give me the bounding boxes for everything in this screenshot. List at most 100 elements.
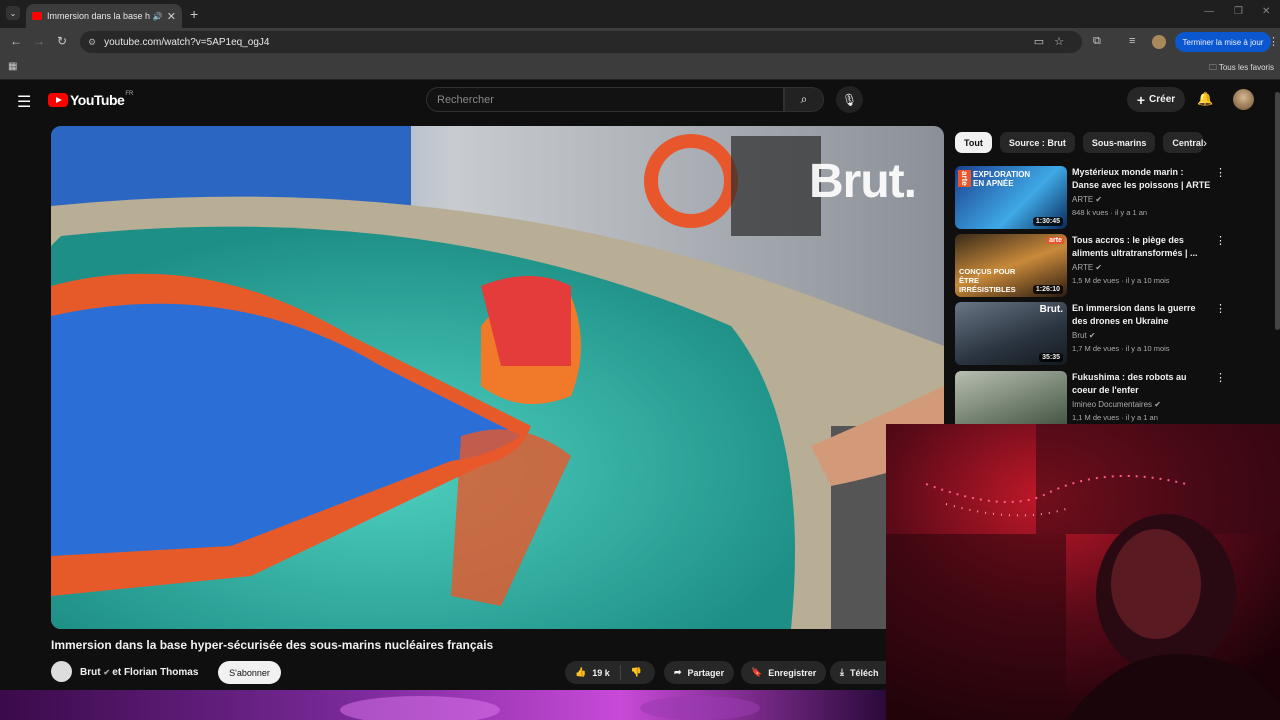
filter-chips: Tout Source : Brut Sous-marins Centrale xyxy=(955,132,1204,153)
page-scrollbar[interactable] xyxy=(1275,92,1280,330)
more-options-icon[interactable]: ⋮ xyxy=(1215,234,1226,247)
browser-tab[interactable]: Immersion dans la base hyp 🔊 ✕ xyxy=(26,4,182,28)
reload-icon[interactable]: ↻ xyxy=(57,34,67,48)
create-label: Créer xyxy=(1149,94,1176,105)
channel-avatar[interactable] xyxy=(51,661,72,682)
bottom-strip-art xyxy=(0,690,886,720)
bookmarks-bar: ▦ 🗀 Tous les favoris xyxy=(0,56,1280,80)
verified-icon: ✔ xyxy=(1086,331,1096,340)
recommendation-title[interactable]: Fukushima : des robots au coeur de l'enf… xyxy=(1072,371,1212,397)
video-thumbnail[interactable]: arte CONÇUS POUR ÊTRE IRRÉSISTIBLES 1:26… xyxy=(955,234,1067,297)
search-icon: ⌕ xyxy=(800,92,808,106)
chip-source-brut[interactable]: Source : Brut xyxy=(999,132,1075,153)
microphone-icon: 🎙 xyxy=(841,92,858,107)
dislike-button[interactable]: 👎 xyxy=(621,667,652,678)
subscribe-button[interactable]: S'abonner xyxy=(218,661,281,684)
minimize-icon[interactable]: — xyxy=(1204,6,1214,17)
recommendation-title[interactable]: Tous accros : le piège des aliments ultr… xyxy=(1072,234,1212,260)
video-thumbnail[interactable]: arte EXPLORATION EN APNÉE 1:30:45 xyxy=(955,166,1067,229)
maximize-icon[interactable]: ❐ xyxy=(1234,6,1243,17)
recommendation-meta: 848 k vues · il y a 1 an xyxy=(1072,208,1148,217)
video-duration: 35:35 xyxy=(1039,353,1063,362)
more-options-icon[interactable]: ⋮ xyxy=(1215,371,1226,384)
all-bookmarks-link[interactable]: 🗀 Tous les favoris xyxy=(1209,62,1274,76)
audio-playing-icon[interactable]: 🔊 xyxy=(153,12,163,21)
site-info-icon[interactable]: ⚙ xyxy=(88,37,96,48)
bookmark-icon: 🔖 xyxy=(751,667,763,677)
recommendation-item[interactable]: arte EXPLORATION EN APNÉE 1:30:45 Mystér… xyxy=(955,166,1275,230)
video-player[interactable]: Brut. xyxy=(51,126,944,629)
recommendation-item[interactable]: arte CONÇUS POUR ÊTRE IRRÉSISTIBLES 1:26… xyxy=(955,234,1275,298)
menu-icon[interactable]: ☰ xyxy=(17,92,31,112)
all-bookmarks-label: Tous les favoris xyxy=(1218,63,1274,72)
bookmark-star-icon[interactable]: ☆ xyxy=(1054,36,1074,48)
recommendation-meta: 1,5 M de vues · il y a 10 mois xyxy=(1072,276,1170,285)
back-icon[interactable]: ← xyxy=(10,34,22,48)
new-tab-icon[interactable]: + xyxy=(190,6,198,22)
recommendation-channel-name: Brut xyxy=(1072,331,1087,340)
recommendation-title[interactable]: En immersion dans la guerre des drones e… xyxy=(1072,302,1212,328)
browser-toolbar: ← → ↻ ⚙ youtube.com/watch?v=5AP1eq_ogJ4 … xyxy=(0,28,1280,56)
apps-grid-icon[interactable]: ▦ xyxy=(8,61,17,72)
recommendation-channel[interactable]: ARTE ✔ xyxy=(1072,263,1102,272)
recommendation-item[interactable]: Brut. 35:35 En immersion dans la guerre … xyxy=(955,302,1275,366)
video-duration: 1:30:45 xyxy=(1032,217,1063,226)
recommendation-channel[interactable]: Brut ✔ xyxy=(1072,331,1096,340)
arte-badge: arte xyxy=(1047,237,1064,244)
address-bar[interactable]: ⚙ youtube.com/watch?v=5AP1eq_ogJ4 ▭☆ xyxy=(80,31,1082,53)
recommendation-title[interactable]: Mystérieux monde marin : Danse avec les … xyxy=(1072,166,1212,192)
cast-icon[interactable]: ▭ xyxy=(1034,36,1054,48)
channel-name[interactable]: Brut xyxy=(80,667,101,678)
recommendation-meta: 1,7 M de vues · il y a 10 mois xyxy=(1072,344,1170,353)
profile-avatar-icon[interactable] xyxy=(1152,35,1166,49)
create-button[interactable]: + Créer xyxy=(1127,87,1185,112)
plus-icon: + xyxy=(1136,91,1146,108)
download-icon: ⤓ xyxy=(840,667,844,677)
search-input[interactable]: Rechercher xyxy=(426,87,784,112)
video-thumbnail[interactable]: Brut. 35:35 xyxy=(955,302,1067,365)
brut-badge: Brut. xyxy=(1039,304,1063,315)
more-options-icon[interactable]: ⋮ xyxy=(1215,302,1226,315)
extensions-icon[interactable]: ⧉ xyxy=(1093,35,1101,48)
notifications-bell-icon[interactable]: 🔔 xyxy=(1197,91,1213,107)
webcam-overlay xyxy=(886,424,1280,720)
recommendation-channel[interactable]: ARTE ✔ xyxy=(1072,195,1102,204)
channel-names[interactable]: Brut ✔ et Florian Thomas xyxy=(80,667,198,678)
chevron-right-icon[interactable]: › xyxy=(1203,136,1207,150)
thumbs-down-icon: 👎 xyxy=(630,667,642,677)
browser-menu-icon[interactable]: ⋮ xyxy=(1268,35,1279,48)
youtube-logo[interactable]: YouTube FR xyxy=(48,91,133,108)
webcam-feed xyxy=(886,424,1280,720)
url-text: youtube.com/watch?v=5AP1eq_ogJ4 xyxy=(104,36,270,48)
close-tab-icon[interactable]: ✕ xyxy=(167,10,176,23)
save-button[interactable]: 🔖 Enregistrer xyxy=(741,661,827,684)
thumbnail-text: EXPLORATION EN APNÉE xyxy=(973,170,1031,188)
account-avatar[interactable] xyxy=(1233,89,1254,110)
collaborator-name[interactable]: et Florian Thomas xyxy=(112,667,198,678)
chip-tout[interactable]: Tout xyxy=(955,132,992,153)
save-label: Enregistrer xyxy=(768,667,817,678)
share-icon: ➦ xyxy=(674,667,682,677)
browser-tab-strip: ⌄ Immersion dans la base hyp 🔊 ✕ + — ❐ ✕ xyxy=(0,0,1280,28)
reading-list-icon[interactable]: ≡ xyxy=(1129,35,1135,47)
like-button[interactable]: 👍 19 k xyxy=(565,665,621,680)
search-button[interactable]: ⌕ xyxy=(784,87,824,112)
forward-icon[interactable]: → xyxy=(33,34,45,48)
like-dislike-group: 👍 19 k 👎 xyxy=(565,661,655,684)
more-options-icon[interactable]: ⋮ xyxy=(1215,166,1226,179)
download-button[interactable]: ⤓ Téléch xyxy=(830,661,886,684)
video-duration: 1:26:10 xyxy=(1032,285,1063,294)
verified-icon: ✔ xyxy=(103,668,113,677)
voice-search-button[interactable]: 🎙 xyxy=(836,86,863,113)
like-count: 19 k xyxy=(592,667,610,678)
omnibox-actions: ▭☆ xyxy=(1034,35,1074,48)
tab-search-icon[interactable]: ⌄ xyxy=(6,6,20,20)
chip-sous-marins[interactable]: Sous-marins xyxy=(1082,132,1156,153)
close-window-icon[interactable]: ✕ xyxy=(1262,6,1270,17)
update-button[interactable]: Terminer la mise à jour xyxy=(1175,32,1271,52)
recommendation-channel[interactable]: Imineo Documentaires ✔ xyxy=(1072,400,1161,409)
share-button[interactable]: ➦ Partager xyxy=(664,661,735,684)
thumbs-up-icon: 👍 xyxy=(575,667,587,677)
chip-centrale[interactable]: Centrale xyxy=(1163,132,1204,153)
video-title: Immersion dans la base hyper-sécurisée d… xyxy=(51,638,494,652)
